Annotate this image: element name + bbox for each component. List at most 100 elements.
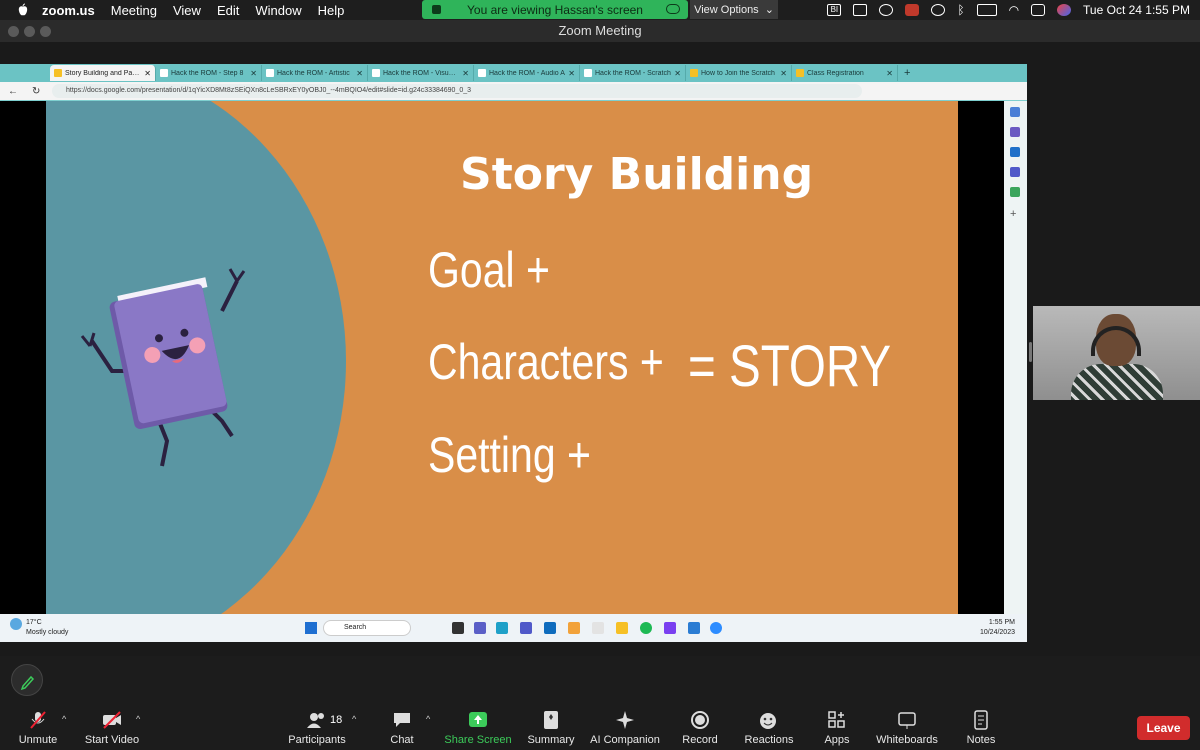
new-tab-button[interactable]: + [904, 67, 910, 79]
menu-app-zoom[interactable]: zoom.us [42, 3, 95, 18]
control-center-icon[interactable] [1031, 4, 1046, 16]
copilot-icon[interactable] [1010, 127, 1020, 137]
task-view-icon[interactable] [452, 622, 464, 634]
audio-options-caret[interactable]: ^ [62, 714, 66, 724]
time-machine-icon[interactable] [931, 4, 946, 16]
app-icon[interactable] [568, 622, 580, 634]
teams-icon[interactable] [520, 622, 532, 634]
menu-meeting[interactable]: Meeting [111, 3, 157, 18]
spotify-icon[interactable] [640, 622, 652, 634]
tab-hack-rom-visual[interactable]: Hack the ROM - Visual A ✕ [368, 65, 474, 81]
doc-icon [478, 69, 486, 77]
siri-icon[interactable] [1057, 4, 1072, 16]
search-placeholder: Search [344, 624, 367, 631]
tab-hack-rom-audio[interactable]: Hack the ROM - Audio A ✕ [474, 65, 580, 81]
participant-video-tile[interactable] [1033, 306, 1200, 400]
wifi-icon[interactable]: ◠ [1009, 3, 1019, 17]
bi-icon[interactable]: BI [827, 4, 842, 16]
screens-icon[interactable] [853, 4, 868, 16]
menubar-clock[interactable]: Tue Oct 24 1:55 PM [1083, 3, 1190, 17]
view-options-label: View Options [694, 3, 759, 16]
bluetooth-icon[interactable]: ᛒ [957, 3, 964, 17]
outlook-icon[interactable] [1010, 147, 1020, 157]
leave-button[interactable]: Leave [1137, 716, 1190, 740]
close-icon[interactable]: ✕ [568, 69, 575, 78]
video-panel-resize-handle[interactable] [1029, 342, 1032, 362]
notes-button[interactable]: Notes [962, 710, 1000, 746]
tab-label: Hack the ROM - Step 8 [171, 69, 244, 77]
app-icon[interactable] [664, 622, 676, 634]
close-icon[interactable]: ✕ [780, 69, 787, 78]
start-video-button[interactable]: Start Video [82, 710, 142, 746]
unmute-button[interactable]: Unmute [14, 710, 62, 746]
video-options-caret[interactable]: ^ [136, 714, 140, 724]
menu-window[interactable]: Window [255, 3, 301, 18]
close-icon[interactable]: ✕ [250, 69, 257, 78]
taskbar-time: 1:55 PM [988, 619, 1015, 626]
outlook-icon[interactable] [544, 622, 556, 634]
taskbar-search[interactable]: Search [323, 620, 411, 636]
slides-icon [54, 69, 62, 77]
close-icon[interactable]: ✕ [462, 69, 469, 78]
add-icon[interactable]: + [1010, 209, 1020, 220]
tab-label: Class Registration [807, 69, 864, 77]
tab-class-registration[interactable]: Class Registration ✕ [792, 65, 898, 81]
minimize-window-button[interactable] [24, 26, 35, 37]
doc-icon [266, 69, 274, 77]
notes-icon [974, 710, 988, 730]
games-icon[interactable] [1010, 187, 1020, 197]
zoom-icon[interactable] [710, 622, 722, 634]
zoom-window-button[interactable] [40, 26, 51, 37]
record-button[interactable]: Record [680, 710, 720, 746]
apps-button[interactable]: Apps [820, 710, 854, 746]
chat-options-caret[interactable]: ^ [426, 714, 430, 724]
slide-line-goal: Goal + [428, 242, 550, 298]
app-icon[interactable] [688, 622, 700, 634]
tab-label: Hack the ROM - Scratch [595, 69, 671, 77]
reactions-button[interactable]: Reactions [742, 710, 796, 746]
cloud-icon [666, 4, 680, 14]
apple-icon[interactable] [16, 3, 30, 17]
tab-join-scratch[interactable]: How to Join the Scratch ✕ [686, 65, 792, 81]
store-icon[interactable] [592, 622, 604, 634]
cat-icon[interactable] [905, 4, 920, 16]
summary-button[interactable]: Summary [525, 710, 577, 746]
participants-icon [307, 713, 324, 728]
pencil-icon [20, 675, 35, 691]
whiteboards-button[interactable]: Whiteboards [874, 710, 940, 746]
participants-options-caret[interactable]: ^ [352, 714, 356, 724]
annotate-button[interactable] [11, 664, 43, 696]
close-icon[interactable]: ✕ [144, 69, 151, 78]
tab-hack-rom-scratch[interactable]: Hack the ROM - Scratch ✕ [580, 65, 686, 81]
menu-edit[interactable]: Edit [217, 3, 239, 18]
summary-label: Summary [527, 734, 575, 746]
ai-companion-button[interactable]: AI Companion [590, 710, 660, 746]
play-icon[interactable] [879, 4, 894, 16]
close-icon[interactable]: ✕ [674, 69, 681, 78]
windows-start-icon[interactable] [305, 622, 317, 634]
refresh-icon[interactable]: ↻ [32, 86, 40, 97]
menu-view[interactable]: View [173, 3, 201, 18]
search-icon[interactable] [1010, 107, 1020, 117]
file-explorer-icon[interactable] [616, 622, 628, 634]
record-icon [691, 711, 709, 729]
battery-icon[interactable] [976, 4, 997, 16]
tab-story-building[interactable]: Story Building and Paper ✕ [50, 65, 156, 81]
participants-label: Participants [288, 734, 346, 746]
close-window-button[interactable] [8, 26, 19, 37]
slide-viewport: Story Building Goal + Characters + Setti… [0, 101, 1004, 614]
menu-help[interactable]: Help [318, 3, 345, 18]
share-screen-button[interactable]: Share Screen [444, 710, 512, 746]
teams-icon[interactable] [1010, 167, 1020, 177]
chat-icon[interactable] [474, 622, 486, 634]
whiteboard-icon [898, 712, 916, 729]
view-options-button[interactable]: View Options ⌄ [690, 0, 778, 19]
tab-hack-rom-artistic[interactable]: Hack the ROM - Artistic ✕ [262, 65, 368, 81]
url-input[interactable]: https://docs.google.com/presentation/d/1… [52, 84, 862, 98]
close-icon[interactable]: ✕ [886, 69, 893, 78]
close-icon[interactable]: ✕ [356, 69, 363, 78]
edge-icon[interactable] [496, 622, 508, 634]
tab-hack-rom-step8[interactable]: Hack the ROM - Step 8 ✕ [156, 65, 262, 81]
back-arrow-icon[interactable]: ← [8, 86, 18, 97]
chat-button[interactable]: Chat [385, 710, 419, 746]
